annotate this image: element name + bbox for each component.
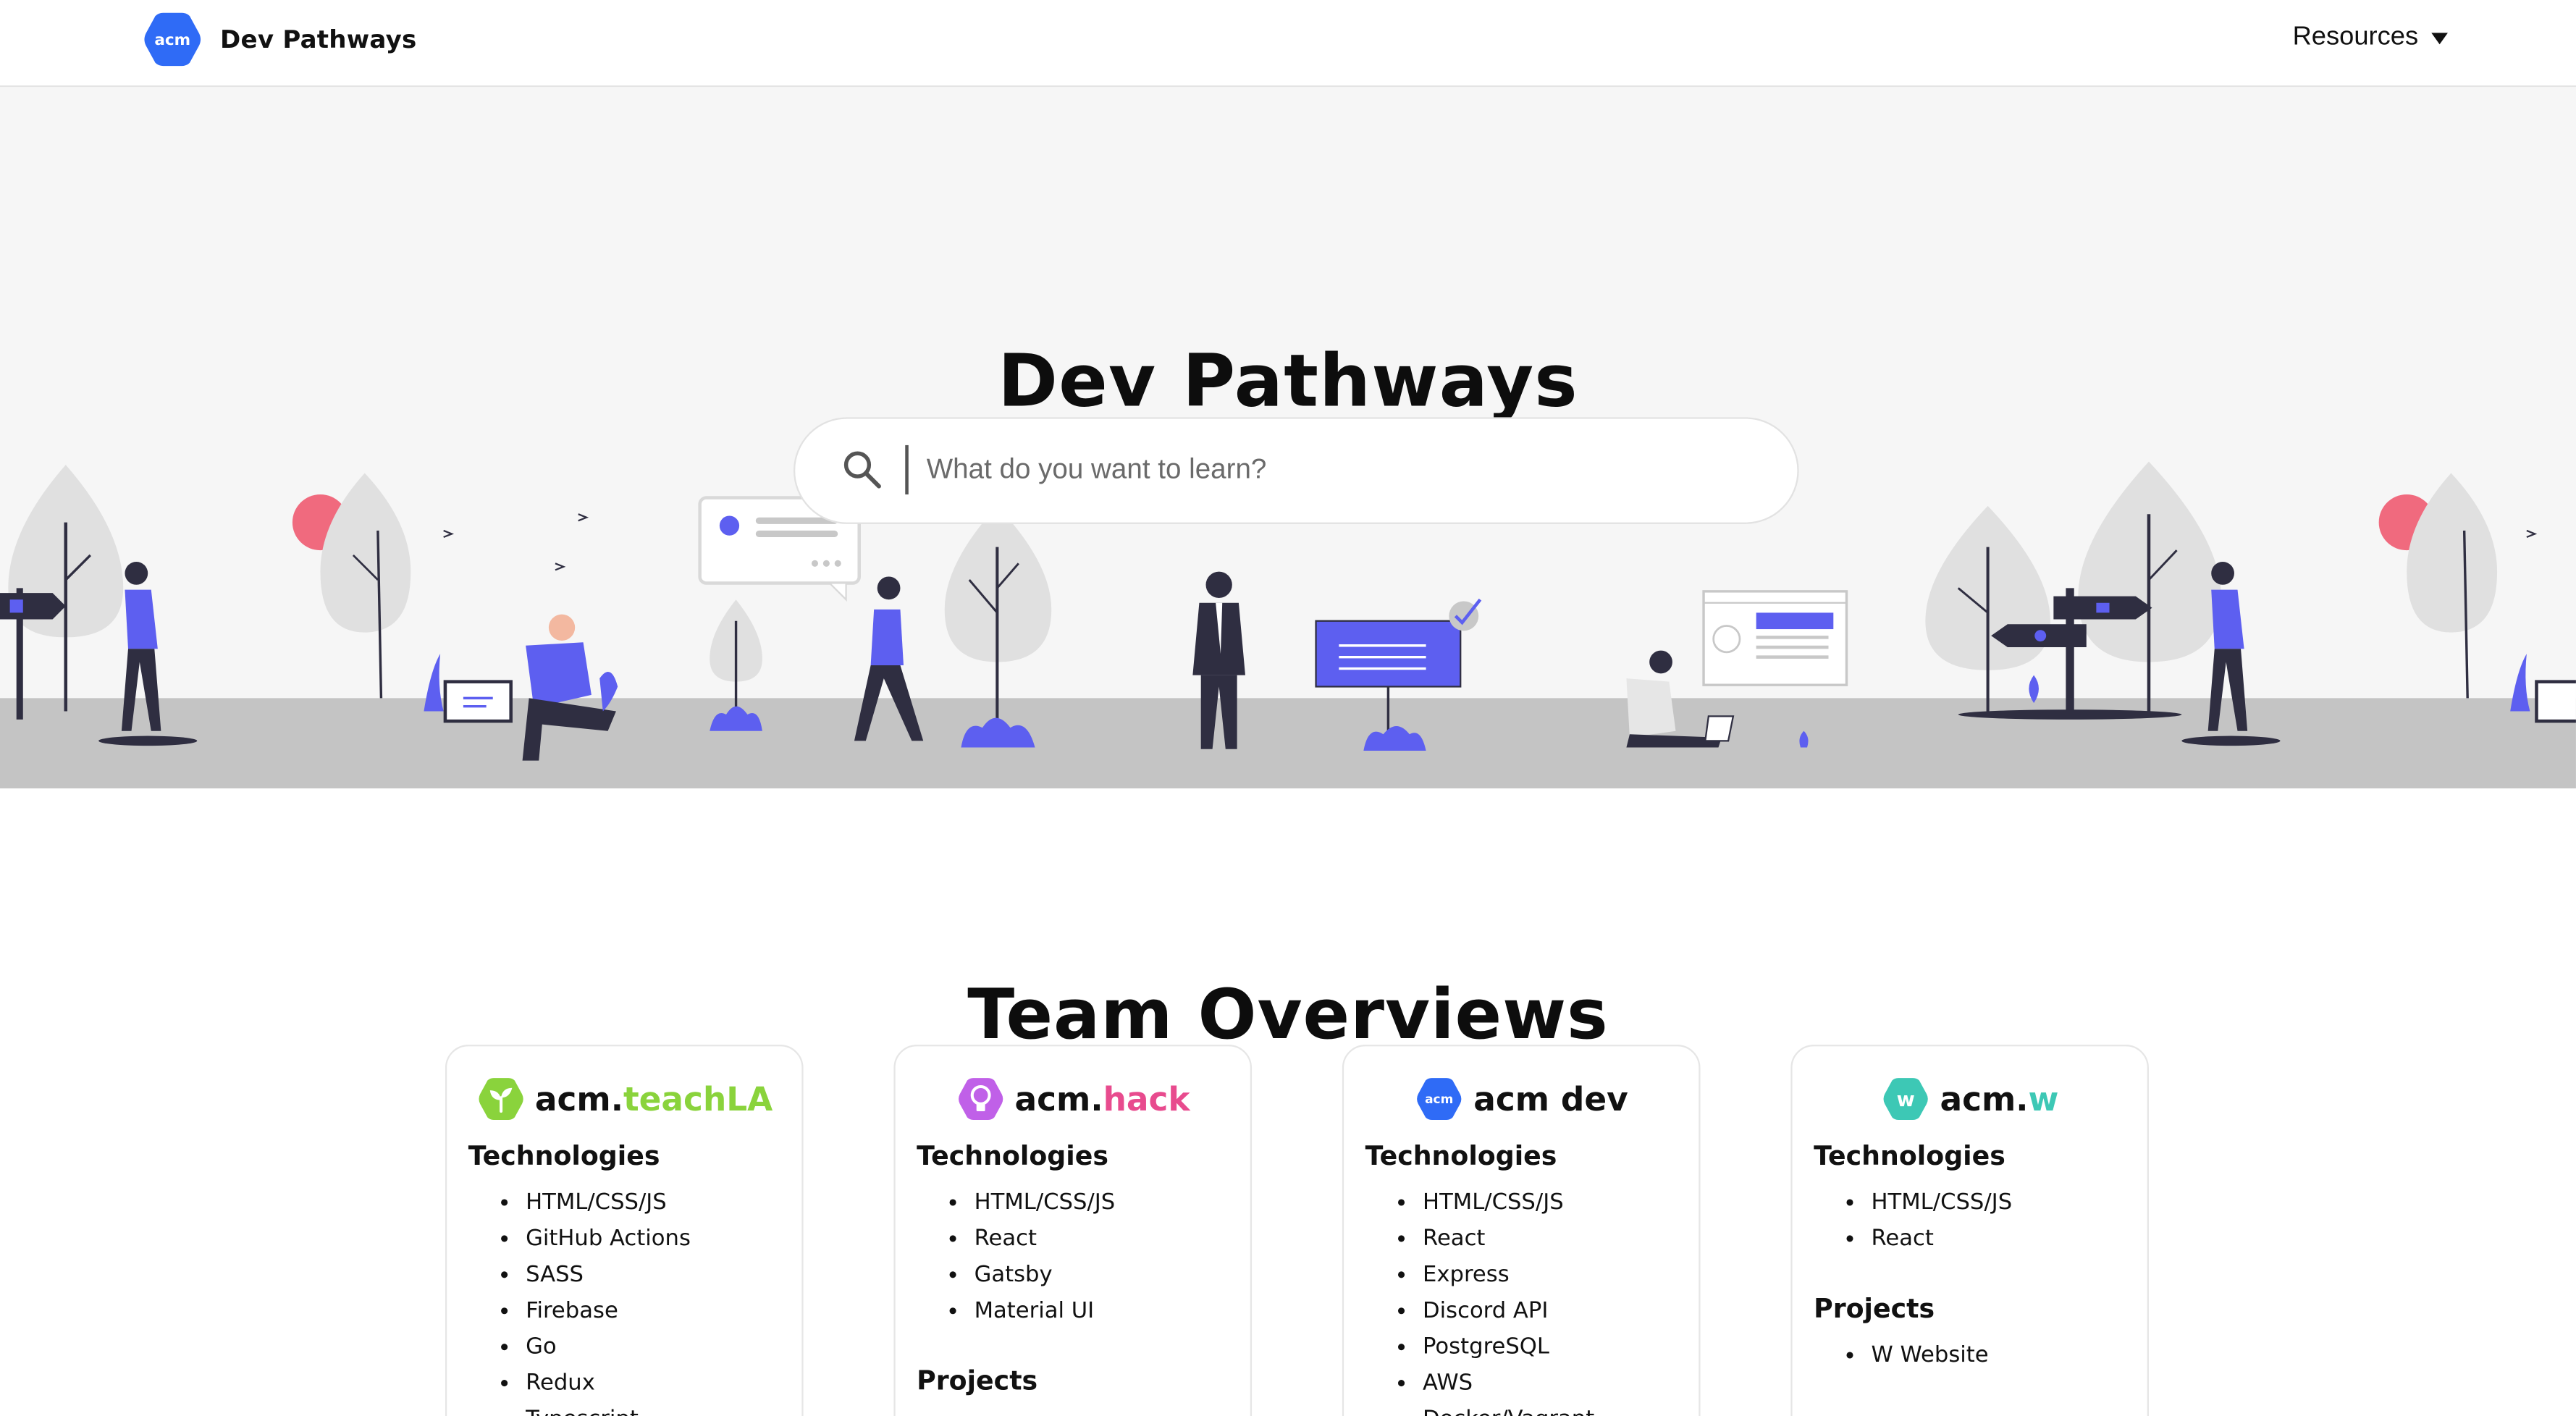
technologies-heading: Technologies	[1365, 1139, 1557, 1171]
acm-dev-logo-icon: acm	[1416, 1078, 1462, 1120]
team-card-hack[interactable]: acm.hack Technologies HTML/CSS/JS React …	[893, 1045, 1253, 1416]
technology-item: Firebase	[526, 1293, 691, 1329]
team-card-header: acm.teachLA	[447, 1071, 801, 1126]
team-card-teachla[interactable]: acm.teachLA Technologies HTML/CSS/JS Git…	[445, 1045, 804, 1416]
technology-item: GitHub Actions	[526, 1221, 691, 1257]
technology-item: Gatsby	[975, 1257, 1116, 1293]
technology-item: React	[1423, 1221, 1594, 1257]
technologies-heading: Technologies	[1814, 1139, 2005, 1171]
hack-lightbulb-logo-icon	[958, 1078, 1003, 1120]
technology-item: SASS	[526, 1257, 691, 1293]
acm-w-logo-icon: w	[1883, 1078, 1928, 1120]
technology-item: Material UI	[975, 1293, 1116, 1329]
technologies-heading: Technologies	[468, 1139, 660, 1171]
technology-item: Typescript	[526, 1402, 691, 1416]
technology-item: AWS	[1423, 1365, 1594, 1402]
projects-heading: Projects	[917, 1365, 1038, 1396]
team-name: acm.hack	[1014, 1079, 1190, 1119]
technology-item: Go	[526, 1329, 691, 1365]
technologies-list: HTML/CSS/JS React	[1814, 1184, 2013, 1257]
team-card-header: w acm.w	[1793, 1071, 2147, 1126]
hero-banner: Dev Pathways	[0, 87, 2576, 789]
team-card-header: acm acm dev	[1344, 1071, 1699, 1126]
technology-item: Redux	[526, 1365, 691, 1402]
acm-logo-icon: acm	[144, 12, 201, 67]
projects-heading: Projects	[1814, 1292, 1935, 1324]
team-name: acm dev	[1473, 1079, 1628, 1119]
technology-item: React	[975, 1221, 1116, 1257]
brand-title: Dev Pathways	[220, 25, 417, 54]
technology-item: HTML/CSS/JS	[526, 1184, 691, 1221]
projects-list: W Website	[1814, 1337, 1989, 1373]
team-name: acm.teachLA	[534, 1079, 773, 1119]
technology-item: Docker/Vagrant	[1423, 1402, 1594, 1416]
team-overviews-title: Team Overviews	[967, 974, 1609, 1055]
technologies-list: HTML/CSS/JS React Gatsby Material UI	[917, 1184, 1116, 1329]
technology-item: HTML/CSS/JS	[975, 1184, 1116, 1221]
hero-title: Dev Pathways	[998, 340, 1578, 425]
team-card-w[interactable]: w acm.w Technologies HTML/CSS/JS React P…	[1790, 1045, 2149, 1416]
caret-down-icon	[2431, 32, 2448, 44]
search-divider	[905, 444, 908, 494]
acm-w-logo-text: w	[1896, 1089, 1914, 1111]
technology-item: HTML/CSS/JS	[1872, 1184, 2013, 1221]
project-item: W Website	[1872, 1337, 1989, 1373]
resources-dropdown-label: Resources	[2292, 22, 2419, 51]
acm-logo-text: acm	[154, 31, 190, 49]
top-navbar: acm Dev Pathways Resources	[0, 0, 2576, 88]
technologies-list: HTML/CSS/JS GitHub Actions SASS Firebase…	[468, 1184, 691, 1416]
technology-item: HTML/CSS/JS	[1423, 1184, 1594, 1221]
technology-item: PostgreSQL	[1423, 1329, 1594, 1365]
resources-dropdown[interactable]: Resources	[2293, 20, 2448, 56]
technology-item: Express	[1423, 1257, 1594, 1293]
team-card-dev[interactable]: acm acm dev Technologies HTML/CSS/JS Rea…	[1342, 1045, 1701, 1416]
teachla-sprout-logo-icon	[478, 1078, 523, 1120]
technologies-heading: Technologies	[917, 1139, 1108, 1171]
technology-item: Discord API	[1423, 1293, 1594, 1329]
technologies-list: HTML/CSS/JS React Express Discord API Po…	[1365, 1184, 1594, 1416]
search-bar[interactable]	[793, 417, 1799, 524]
team-card-header: acm.hack	[896, 1071, 1250, 1126]
search-input[interactable]	[926, 438, 1748, 502]
technology-item: React	[1872, 1221, 2013, 1257]
team-name: acm.w	[1940, 1079, 2059, 1119]
brand-home-link[interactable]: acm Dev Pathways	[141, 8, 416, 70]
acm-dev-logo-text: acm	[1425, 1092, 1453, 1107]
magnifier-icon	[843, 451, 881, 489]
